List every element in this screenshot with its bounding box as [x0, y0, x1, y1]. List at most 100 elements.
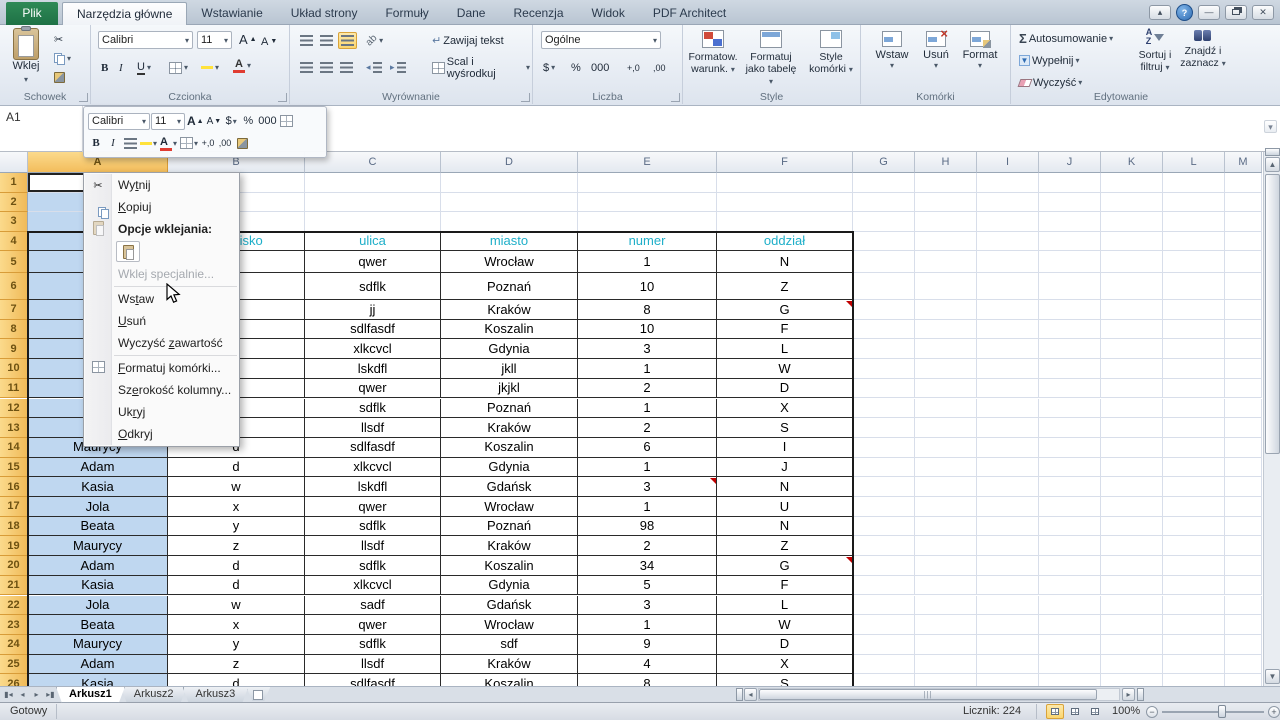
cell-J4[interactable] [1039, 232, 1101, 252]
cell-A21[interactable]: Kasia [28, 576, 168, 596]
cell-A19[interactable]: Maurycy [28, 536, 168, 556]
cell-D25[interactable]: Kraków [441, 655, 578, 675]
tab-dane[interactable]: Dane [443, 2, 500, 25]
format-as-table-button[interactable]: Formatuj jako tabelę ▾ [743, 30, 799, 87]
cell-styles-button[interactable]: Style komórki ▾ [803, 30, 859, 75]
font-size-select[interactable]: 11▾ [197, 31, 232, 49]
cell-I20[interactable] [977, 556, 1039, 576]
mini-italic-button[interactable]: I [105, 135, 121, 152]
cell-J9[interactable] [1039, 339, 1101, 359]
cell-J17[interactable] [1039, 497, 1101, 517]
cell-L22[interactable] [1163, 596, 1225, 616]
row-header-17[interactable]: 17 [0, 497, 28, 517]
cell-L6[interactable] [1163, 273, 1225, 300]
formula-bar-expand-icon[interactable]: ▾ [1264, 120, 1277, 133]
cell-K13[interactable] [1101, 418, 1163, 438]
cell-K22[interactable] [1101, 596, 1163, 616]
cell-M10[interactable] [1225, 359, 1262, 379]
cell-H14[interactable] [915, 438, 977, 458]
cell-H16[interactable] [915, 477, 977, 497]
cell-M24[interactable] [1225, 635, 1262, 655]
cell-K20[interactable] [1101, 556, 1163, 576]
cell-E2[interactable] [578, 193, 717, 213]
cell-C4[interactable]: ulica [305, 232, 441, 252]
cell-C20[interactable]: sdflk [305, 556, 441, 576]
cell-F6[interactable]: Z [717, 273, 853, 300]
cell-B15[interactable]: d [168, 458, 305, 478]
cell-G21[interactable] [853, 576, 915, 596]
cell-F22[interactable]: L [717, 596, 853, 616]
cell-I5[interactable] [977, 251, 1039, 273]
clear-button[interactable]: Wyczyść▾ [1017, 74, 1084, 91]
cell-C23[interactable]: qwer [305, 615, 441, 635]
cell-D18[interactable]: Poznań [441, 517, 578, 537]
borders-button[interactable]: ▾ [167, 59, 190, 76]
cell-B22[interactable]: w [168, 596, 305, 616]
cell-L18[interactable] [1163, 517, 1225, 537]
cell-M25[interactable] [1225, 655, 1262, 675]
tab-split-handle[interactable] [736, 688, 743, 701]
cell-G9[interactable] [853, 339, 915, 359]
cell-E6[interactable]: 10 [578, 273, 717, 300]
cell-G11[interactable] [853, 379, 915, 399]
cell-F9[interactable]: L [717, 339, 853, 359]
normal-view-button[interactable] [1046, 704, 1064, 719]
cell-J21[interactable] [1039, 576, 1101, 596]
cell-C1[interactable] [305, 173, 441, 193]
cut-button[interactable]: ✂ [52, 31, 65, 48]
row-header-11[interactable]: 11 [0, 379, 28, 399]
name-box[interactable]: A1 [0, 106, 83, 152]
mini-grow-font-button[interactable]: A▲ [186, 113, 205, 130]
cell-I22[interactable] [977, 596, 1039, 616]
cell-L26[interactable] [1163, 674, 1225, 686]
cell-L4[interactable] [1163, 232, 1225, 252]
cell-L10[interactable] [1163, 359, 1225, 379]
cell-B20[interactable]: d [168, 556, 305, 576]
cell-I19[interactable] [977, 536, 1039, 556]
cell-K6[interactable] [1101, 273, 1163, 300]
cell-B16[interactable]: w [168, 477, 305, 497]
split-handle[interactable] [1265, 148, 1280, 156]
sort-filter-button[interactable]: AZ Sortuj i filtruj ▾ [1129, 28, 1181, 73]
cell-A25[interactable]: Adam [28, 655, 168, 675]
bold-button[interactable]: B [99, 59, 110, 76]
vertical-scroll-thumb[interactable] [1265, 174, 1280, 454]
cell-K15[interactable] [1101, 458, 1163, 478]
cell-F5[interactable]: N [717, 251, 853, 273]
cell-M22[interactable] [1225, 596, 1262, 616]
cell-J26[interactable] [1039, 674, 1101, 686]
cell-C14[interactable]: sdlfasdf [305, 438, 441, 458]
cell-H13[interactable] [915, 418, 977, 438]
decrease-indent-button[interactable]: ◂ [364, 59, 384, 76]
italic-button[interactable]: I [117, 59, 125, 76]
row-header-23[interactable]: 23 [0, 615, 28, 635]
tab-formu-y[interactable]: Formuły [371, 2, 442, 25]
grow-font-button[interactable]: A▲ [237, 31, 259, 48]
cell-J25[interactable] [1039, 655, 1101, 675]
cell-C11[interactable]: qwer [305, 379, 441, 399]
cell-M14[interactable] [1225, 438, 1262, 458]
cell-G1[interactable] [853, 173, 915, 193]
cell-I25[interactable] [977, 655, 1039, 675]
cell-H5[interactable] [915, 251, 977, 273]
cell-F19[interactable]: Z [717, 536, 853, 556]
cell-H7[interactable] [915, 300, 977, 320]
cell-G12[interactable] [853, 399, 915, 419]
cell-A22[interactable]: Jola [28, 596, 168, 616]
cell-C12[interactable]: sdflk [305, 399, 441, 419]
cell-M15[interactable] [1225, 458, 1262, 478]
increase-decimal-button[interactable]: +,0 [625, 59, 642, 76]
cell-H8[interactable] [915, 320, 977, 340]
underline-button[interactable]: U▾ [135, 59, 153, 76]
cell-L24[interactable] [1163, 635, 1225, 655]
row-header-10[interactable]: 10 [0, 359, 28, 379]
cell-E24[interactable]: 9 [578, 635, 717, 655]
cell-K8[interactable] [1101, 320, 1163, 340]
cell-G24[interactable] [853, 635, 915, 655]
cell-K14[interactable] [1101, 438, 1163, 458]
thousands-format-button[interactable]: 000 [589, 59, 611, 76]
row-header-22[interactable]: 22 [0, 596, 28, 616]
column-header-k[interactable]: K [1101, 152, 1163, 173]
cell-A23[interactable]: Beata [28, 615, 168, 635]
cell-H9[interactable] [915, 339, 977, 359]
